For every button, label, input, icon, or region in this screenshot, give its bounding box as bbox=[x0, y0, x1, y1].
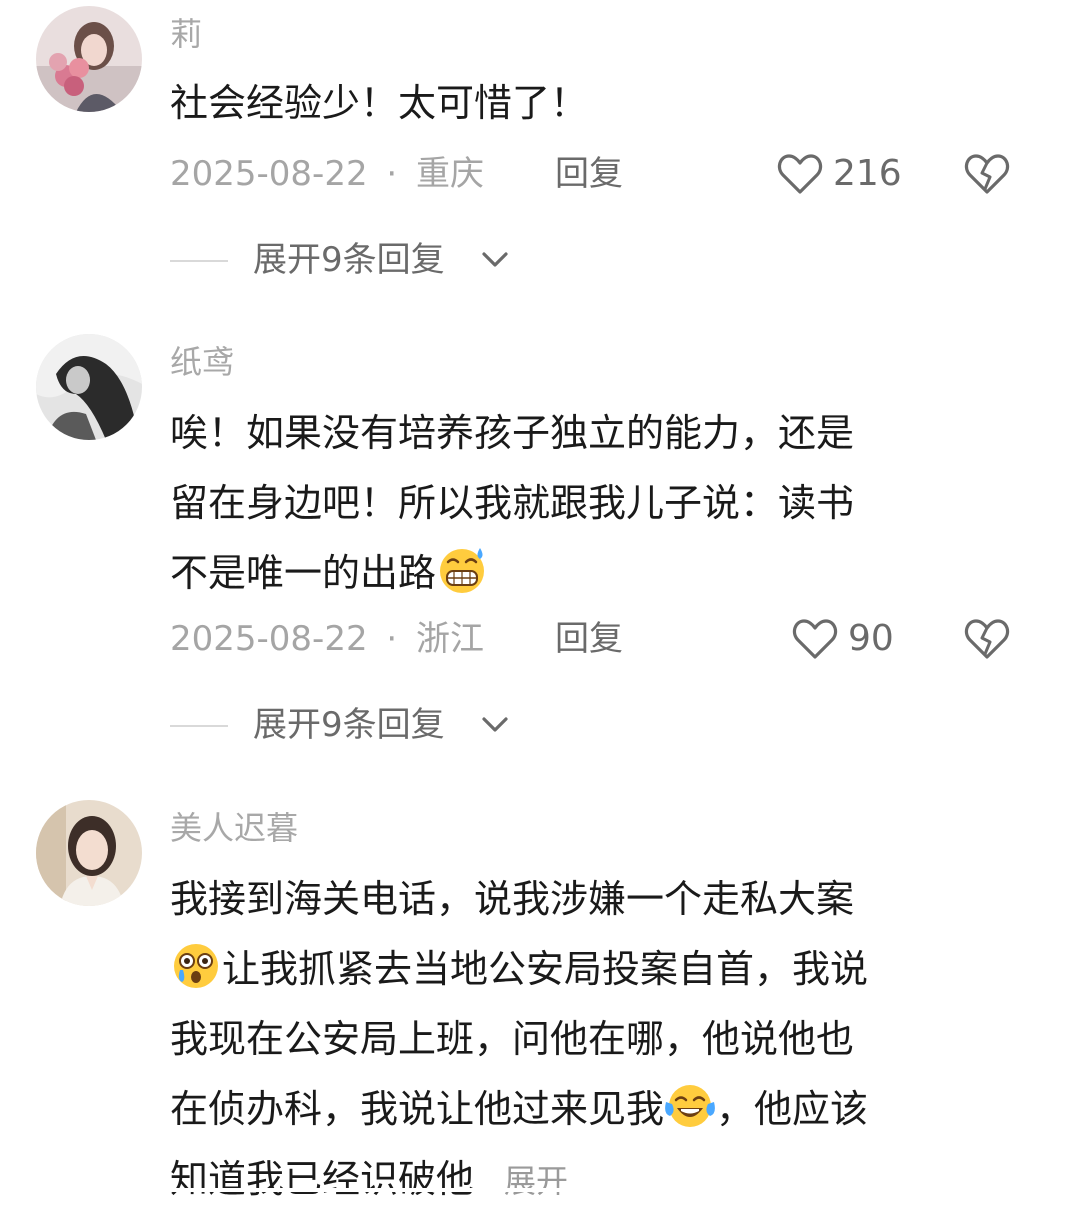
comment-text-line: 留在身边吧！所以我就跟我儿子说：读书 bbox=[170, 481, 855, 525]
expand-replies-label: 展开9条回复 bbox=[253, 240, 445, 280]
expand-replies-button[interactable]: 展开9条回复 bbox=[170, 238, 520, 282]
avatar[interactable] bbox=[36, 334, 142, 440]
heart-outline-icon[interactable] bbox=[777, 153, 823, 195]
comment-text: 社会经验少！太可惜了！ bbox=[170, 81, 589, 125]
broken-heart-icon[interactable] bbox=[964, 618, 1010, 660]
username[interactable]: 纸鸢 bbox=[170, 342, 234, 382]
divider-line bbox=[170, 725, 228, 727]
chevron-down-icon bbox=[482, 252, 508, 267]
grinning-sweat-emoji bbox=[440, 548, 485, 593]
chevron-down-icon bbox=[482, 717, 508, 732]
reply-button[interactable]: 回复 bbox=[555, 617, 623, 661]
username[interactable]: 美人迟暮 bbox=[170, 808, 298, 848]
comment-meta: 2025-08-22 · 重庆 bbox=[170, 152, 484, 196]
comment-text: 唉！如果没有培养孩子独立的能力，还是 留在身边吧！所以我就跟我儿子说：读书 不是… bbox=[170, 398, 1020, 608]
heart-outline-icon[interactable] bbox=[792, 618, 838, 660]
avatar[interactable] bbox=[36, 800, 142, 906]
comment-text-line: 我现在公安局上班，问他在哪，他说他也 bbox=[170, 1017, 855, 1061]
comment-date: 2025-08-22 bbox=[170, 154, 368, 194]
flushed-crying-emoji bbox=[174, 944, 218, 988]
comment-text-line: 知道我已经识破他 bbox=[170, 1157, 475, 1201]
meta-separator: · bbox=[386, 154, 398, 194]
comment-text-line: 在侦办科，我说让他过来见我 bbox=[170, 1087, 665, 1131]
bottom-edge bbox=[0, 1188, 1068, 1192]
expand-replies-button[interactable]: 展开9条回复 bbox=[170, 703, 520, 747]
meta-separator: · bbox=[386, 619, 398, 659]
tears-of-joy-emoji bbox=[665, 1085, 715, 1127]
comment-text-line: 让我抓紧去当地公安局投案自首，我说 bbox=[222, 947, 869, 991]
comment-location: 重庆 bbox=[416, 154, 485, 194]
like-count: 90 bbox=[848, 618, 894, 659]
comment-meta: 2025-08-22 · 浙江 bbox=[170, 617, 484, 661]
comment-text-line: 不是唯一的出路 bbox=[170, 551, 437, 595]
comment-date: 2025-08-22 bbox=[170, 619, 368, 659]
comment-text: 我接到海关电话，说我涉嫌一个走私大案 让我抓紧去当地公安局投案自首，我说 我现在… bbox=[170, 864, 1020, 1216]
divider-line bbox=[170, 260, 228, 262]
like-count: 216 bbox=[833, 153, 902, 194]
avatar[interactable] bbox=[36, 6, 142, 112]
reply-button[interactable]: 回复 bbox=[555, 152, 623, 196]
comment-text-line: 唉！如果没有培养孩子独立的能力，还是 bbox=[170, 411, 855, 455]
expand-text-link[interactable]: 展开 bbox=[504, 1162, 568, 1200]
comment-text-line: 我接到海关电话，说我涉嫌一个走私大案 bbox=[170, 877, 855, 921]
username[interactable]: 莉 bbox=[170, 14, 202, 54]
comment-location: 浙江 bbox=[416, 619, 485, 659]
broken-heart-icon[interactable] bbox=[964, 153, 1010, 195]
expand-replies-label: 展开9条回复 bbox=[253, 705, 445, 745]
comment-text-line: ，他应该 bbox=[716, 1087, 869, 1131]
